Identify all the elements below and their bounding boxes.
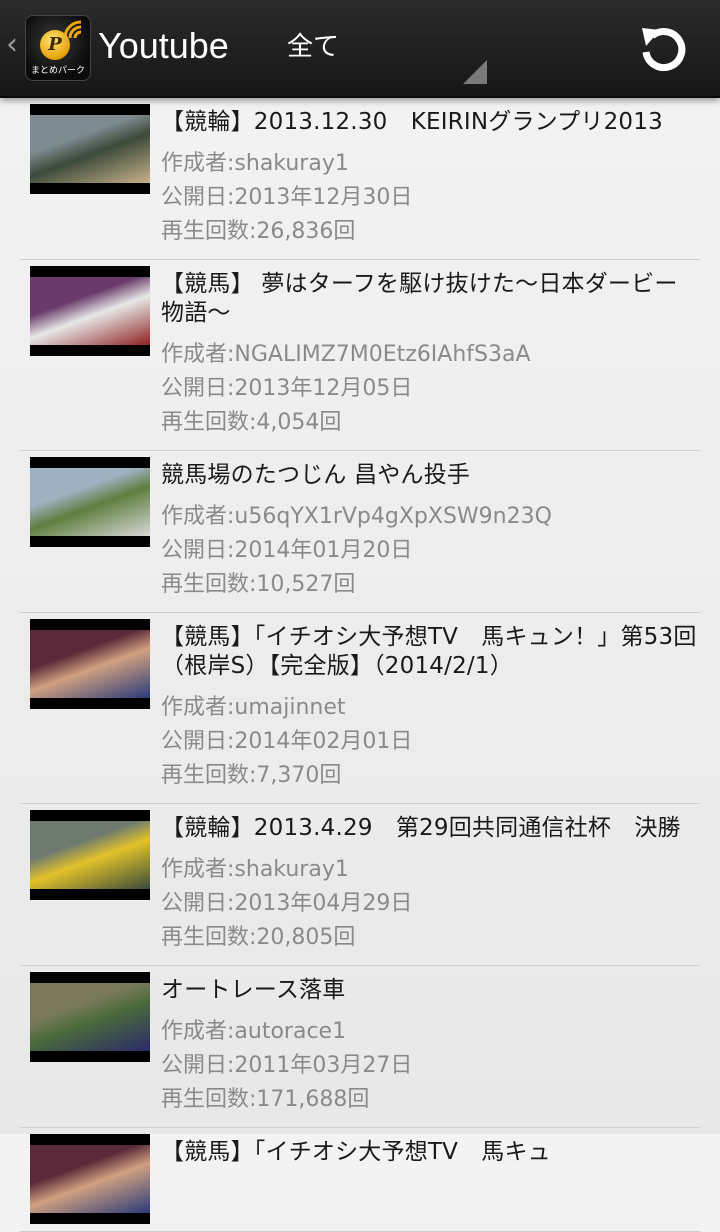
video-published-date: 公開日:2013年12月30日 xyxy=(161,185,413,210)
filter-spinner[interactable]: 全て xyxy=(287,32,497,86)
video-list-item[interactable]: 【競馬】 夢はターフを駆け抜けた～日本ダービー物語～ 作成者:NGALIMZ7M… xyxy=(20,260,700,451)
video-title: オートレース落車 xyxy=(161,977,346,1003)
thumbnail-image xyxy=(30,630,150,698)
video-text: オートレース落車 作成者:autorace1 公開日:2011年03月27日 再… xyxy=(161,974,700,1117)
thumbnail-image xyxy=(30,1145,150,1213)
video-title: 【競馬】「イチオシ大予想TV 馬キュ xyxy=(161,1139,551,1165)
filter-spinner-value: 全て xyxy=(287,32,340,62)
video-list-item[interactable]: オートレース落車 作成者:autorace1 公開日:2011年03月27日 再… xyxy=(20,966,700,1128)
video-text: 【競輪】2013.12.30 KEIRINグランプリ2013 作成者:shaku… xyxy=(161,106,700,249)
video-author: 作成者:NGALIMZ7M0Etz6IAhfS3aA xyxy=(161,342,531,367)
app-logo-letter: P xyxy=(40,30,70,60)
chevron-left-icon[interactable]: ‹ xyxy=(6,30,18,60)
video-title: 競馬場のたつじん 昌やん投手 xyxy=(161,462,471,488)
video-text: 【競馬】「イチオシ大予想TV 馬キュン！」第53回（根岸S）【完全版】（2014… xyxy=(161,621,700,793)
video-author: 作成者:shakuray1 xyxy=(161,151,349,176)
app-logo-caption: まとめパーク xyxy=(30,66,85,76)
action-bar: ‹ P まとめパーク Youtube 全て xyxy=(0,0,720,98)
video-published-date: 公開日:2014年01月20日 xyxy=(161,538,413,563)
thumbnail-image xyxy=(30,277,150,345)
video-author: 作成者:u56qYX1rVp4gXpXSW9n23Q xyxy=(161,504,552,529)
thumbnail-image xyxy=(30,468,150,536)
video-title: 【競輪】2013.12.30 KEIRINグランプリ2013 xyxy=(161,109,663,135)
video-published-date: 公開日:2014年02月01日 xyxy=(161,729,413,754)
video-view-count: 再生回数:20,805回 xyxy=(161,925,356,950)
video-view-count: 再生回数:7,370回 xyxy=(161,763,342,788)
video-thumbnail[interactable] xyxy=(30,619,150,709)
video-title: 【競馬】「イチオシ大予想TV 馬キュン！」第53回（根岸S）【完全版】（2014… xyxy=(161,624,697,679)
video-list-item[interactable]: 【競馬】「イチオシ大予想TV 馬キュン！」第53回（根岸S）【完全版】（2014… xyxy=(20,613,700,804)
video-view-count: 再生回数:4,054回 xyxy=(161,410,342,435)
video-title: 【競輪】2013.4.29 第29回共同通信社杯 決勝 xyxy=(161,815,681,841)
video-view-count: 再生回数:10,527回 xyxy=(161,572,356,597)
video-author: 作成者:autorace1 xyxy=(161,1019,347,1044)
video-list-item[interactable]: 競馬場のたつじん 昌やん投手 作成者:u56qYX1rVp4gXpXSW9n23… xyxy=(20,451,700,613)
video-list-item[interactable]: 【競輪】2013.4.29 第29回共同通信社杯 決勝 作成者:shakuray… xyxy=(20,804,700,966)
video-published-date: 公開日:2011年03月27日 xyxy=(161,1053,413,1078)
video-thumbnail[interactable] xyxy=(30,810,150,900)
video-thumbnail[interactable] xyxy=(30,972,150,1062)
app-icon[interactable]: P まとめパーク xyxy=(25,15,91,81)
video-text: 【競馬】「イチオシ大予想TV 馬キュ xyxy=(161,1136,700,1167)
video-author: 作成者:shakuray1 xyxy=(161,857,349,882)
video-list-item[interactable]: 【競馬】「イチオシ大予想TV 馬キュ xyxy=(20,1128,700,1232)
refresh-icon[interactable] xyxy=(636,22,692,78)
video-title: 【競馬】 夢はターフを駆け抜けた～日本ダービー物語～ xyxy=(161,271,678,326)
video-published-date: 公開日:2013年04月29日 xyxy=(161,891,413,916)
video-text: 【競馬】 夢はターフを駆け抜けた～日本ダービー物語～ 作成者:NGALIMZ7M… xyxy=(161,268,700,440)
video-list[interactable]: 【競輪】2013.12.30 KEIRINグランプリ2013 作成者:shaku… xyxy=(0,98,720,1232)
thumbnail-image xyxy=(30,115,150,183)
thumbnail-image xyxy=(30,983,150,1051)
video-thumbnail[interactable] xyxy=(30,266,150,356)
dropdown-triangle-icon xyxy=(463,60,487,84)
page-title: Youtube xyxy=(98,25,229,66)
video-author: 作成者:umajinnet xyxy=(161,695,346,720)
video-published-date: 公開日:2013年12月05日 xyxy=(161,376,413,401)
video-thumbnail[interactable] xyxy=(30,1134,150,1224)
video-view-count: 再生回数:26,836回 xyxy=(161,219,356,244)
video-text: 競馬場のたつじん 昌やん投手 作成者:u56qYX1rVp4gXpXSW9n23… xyxy=(161,459,700,602)
video-view-count: 再生回数:171,688回 xyxy=(161,1087,370,1112)
video-thumbnail[interactable] xyxy=(30,457,150,547)
video-text: 【競輪】2013.4.29 第29回共同通信社杯 決勝 作成者:shakuray… xyxy=(161,812,700,955)
thumbnail-image xyxy=(30,821,150,889)
video-thumbnail[interactable] xyxy=(30,104,150,194)
video-list-item[interactable]: 【競輪】2013.12.30 KEIRINグランプリ2013 作成者:shaku… xyxy=(20,98,700,260)
